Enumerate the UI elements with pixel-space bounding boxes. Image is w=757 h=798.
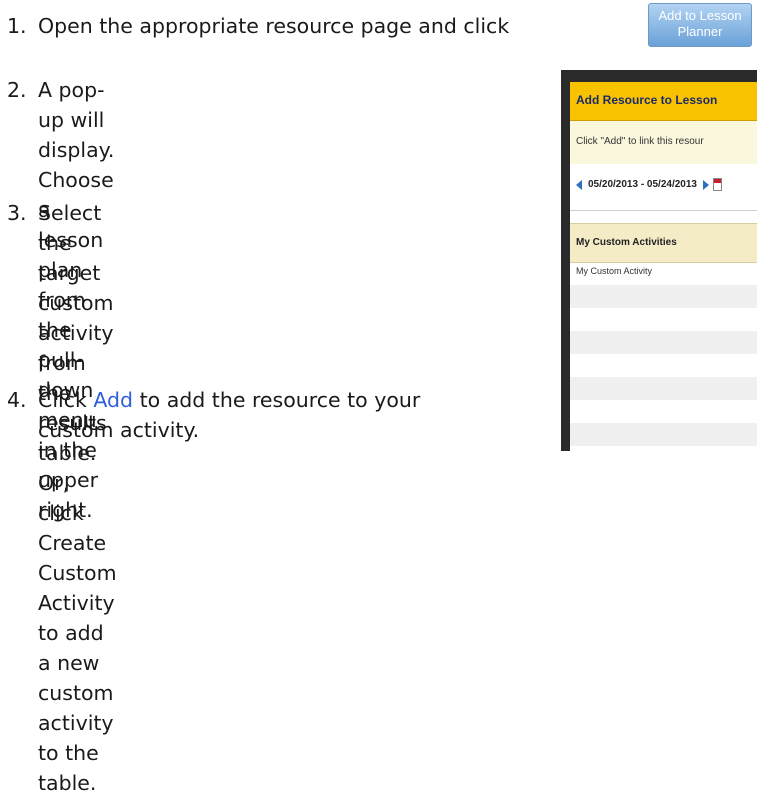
step-rest: to add the resource to your [133,388,421,412]
table-row [570,446,757,451]
step-text: Open the appropriate resource page and c… [38,14,510,38]
date-navigator: 05/20/2013 - 05/24/2013 [576,178,722,191]
popup-title: Add Resource to Lesson [576,93,718,107]
step-line: custom activity. [38,418,200,442]
button-label-line-1: Add to Lesson [658,8,742,23]
step-number: 2. [7,78,27,102]
step-text: Select the target custom activity from t… [38,198,117,798]
step-number: 3. [7,201,27,225]
add-to-lesson-planner-button[interactable]: Add to Lesson Planner [648,3,752,47]
calendar-icon[interactable] [712,178,722,191]
table-row [570,331,757,354]
table-row [570,423,757,446]
table-header: My Custom Activities [570,223,757,263]
step-line: Custom Activity to add a new custom [38,561,117,705]
step-line: Click Add to add the resource to your [38,385,420,415]
table-row[interactable]: My Custom Activity [570,262,757,285]
step-line: activity to the table. [38,711,114,795]
step-number: 1. [7,14,27,38]
previous-week-icon[interactable] [576,179,582,190]
table-header-label: My Custom Activities [576,237,677,248]
step-text: Click Add to add the resource to your cu… [38,385,420,445]
popup-notice-text: Click "Add" to link this resour [576,136,704,147]
date-range: 05/20/2013 - 05/24/2013 [588,179,697,191]
results-table: My Custom Activities My Custom Activity [570,210,757,451]
table-row [570,377,757,400]
table-row [570,308,757,331]
next-week-icon[interactable] [702,179,709,190]
popup-titlebar: Add Resource to Lesson [570,82,757,121]
step-number: 4. [7,388,27,412]
add-link[interactable]: Add [93,388,133,412]
popup-notice: Click "Add" to link this resour [570,121,757,164]
button-label-line-2: Planner [677,24,723,39]
step-prefix: Click [38,388,94,412]
table-row [570,354,757,377]
table-row [570,400,757,423]
table-row [570,285,757,308]
table-cell: My Custom Activity [576,266,653,276]
popup-dialog: Add Resource to Lesson Click "Add" to li… [570,82,757,451]
step-line: Select the target custom activity from [38,201,114,375]
popup-screenshot: Add Resource to Lesson Click "Add" to li… [561,70,757,451]
